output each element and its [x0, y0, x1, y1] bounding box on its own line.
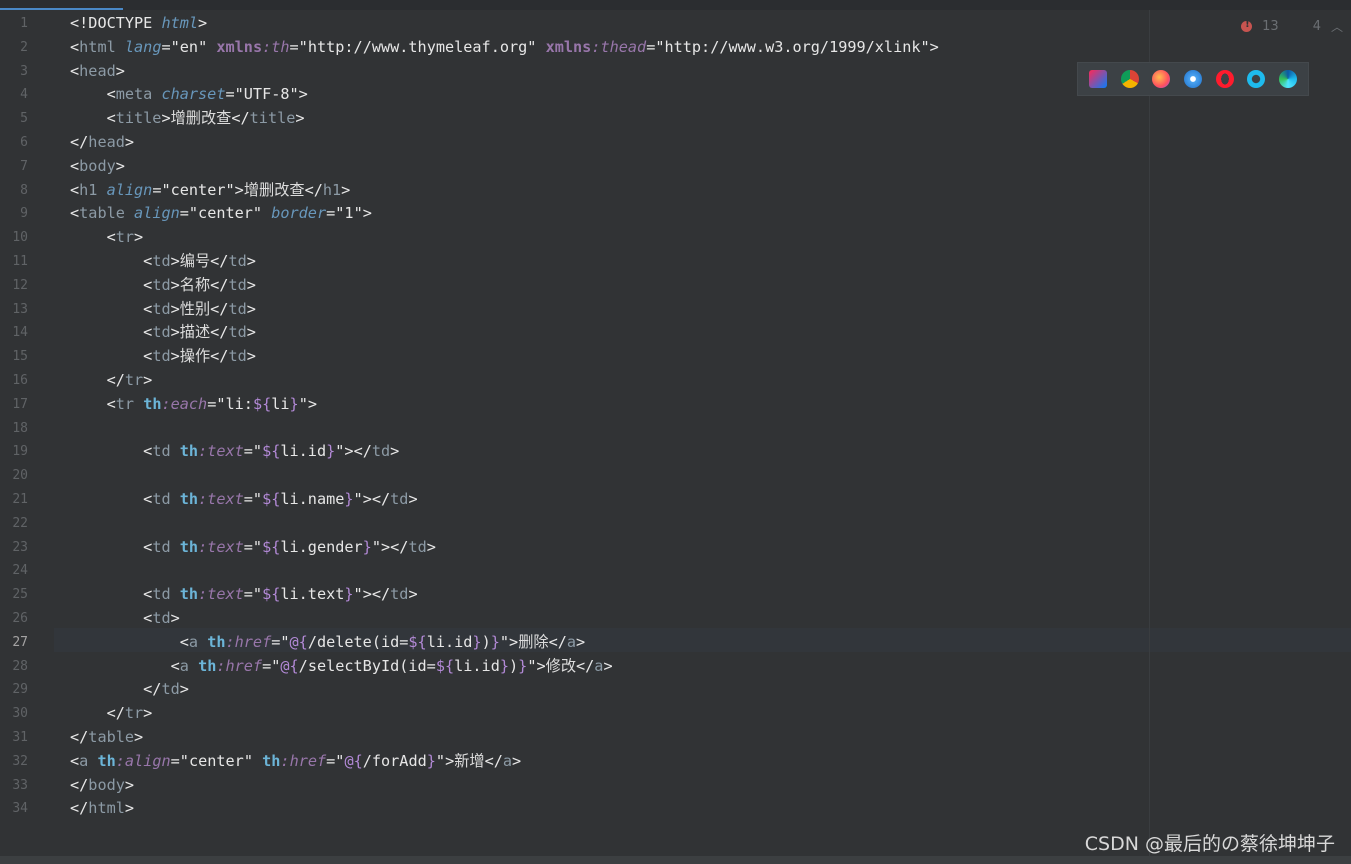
- code-line[interactable]: <h1 align="center">增删改查</h1>: [70, 179, 350, 203]
- code-line[interactable]: <meta charset="UTF-8">: [70, 83, 308, 107]
- editor-tab-bar: [0, 0, 1351, 10]
- line-number: 20: [12, 468, 28, 484]
- line-number: 1: [20, 16, 28, 31]
- code-line[interactable]: <td th:text="${li.id}"></td>: [70, 440, 399, 464]
- line-number: 26: [12, 611, 28, 626]
- watermark-text: CSDN @最后的の蔡徐坤坤子: [1084, 833, 1335, 855]
- code-line[interactable]: <!DOCTYPE html>: [70, 12, 207, 36]
- code-line[interactable]: <td>名称</td>: [70, 274, 256, 298]
- code-line[interactable]: <td th:text="${li.name}"></td>: [70, 488, 417, 512]
- code-line[interactable]: </tr>: [70, 369, 153, 393]
- code-line[interactable]: <tr>: [70, 226, 144, 250]
- line-number: 4: [20, 87, 28, 103]
- code-line[interactable]: </td>: [70, 678, 189, 702]
- line-number: 10: [12, 230, 28, 246]
- code-area[interactable]: <!DOCTYPE html> <html lang="en" xmlns:th=…: [54, 10, 1149, 856]
- intellij-icon[interactable]: [1088, 70, 1107, 88]
- code-line[interactable]: <td>描述</td>: [70, 321, 256, 345]
- line-number: 21: [12, 492, 28, 507]
- code-line[interactable]: </head>: [70, 131, 134, 155]
- line-number: 5: [20, 111, 28, 127]
- firefox-icon[interactable]: [1152, 70, 1171, 88]
- error-icon: [1241, 19, 1253, 32]
- code-line[interactable]: <td>: [70, 607, 180, 631]
- line-number: 7: [20, 158, 28, 174]
- line-number: 3: [20, 63, 28, 79]
- line-number: 27: [12, 634, 28, 650]
- line-number: 9: [20, 206, 28, 222]
- code-line[interactable]: <td>操作</td>: [70, 345, 256, 369]
- code-line[interactable]: <html lang="en" xmlns:th="http://www.thy…: [70, 36, 939, 60]
- code-line[interactable]: </html>: [70, 797, 134, 821]
- code-line[interactable]: <td th:text="${li.text}"></td>: [70, 583, 417, 607]
- error-count: 13: [1262, 19, 1279, 34]
- chevron-up-icon[interactable]: ︿: [1331, 18, 1343, 35]
- line-number: 34: [12, 801, 28, 817]
- line-number: 15: [12, 349, 28, 365]
- line-number: 17: [12, 396, 28, 412]
- code-line[interactable]: <td>编号</td>: [70, 250, 256, 274]
- code-line[interactable]: <tr th:each="li:${li}">: [70, 393, 317, 417]
- right-margin-guide: [1149, 10, 1150, 856]
- line-number: 2: [20, 39, 28, 55]
- code-line[interactable]: <a th:href="@{/selectById(id=${li.id})}"…: [70, 655, 613, 679]
- chrome-icon[interactable]: [1120, 70, 1139, 88]
- code-line[interactable]: <title>增删改查</title>: [70, 107, 305, 131]
- line-number-gutter: 1 2 3 4 5 6 7 8 9 10 11 12 13 14 15 16 17 18 19 20 21 22 23 24 2…: [0, 10, 54, 856]
- line-number: 28: [12, 658, 28, 674]
- code-line[interactable]: <body>: [70, 155, 125, 179]
- line-number: 18: [12, 420, 28, 436]
- code-line[interactable]: </table>: [70, 726, 143, 750]
- code-line[interactable]: </tr>: [70, 702, 153, 726]
- line-number: 25: [12, 587, 28, 603]
- code-line[interactable]: <a th:href="@{/delete(id=${li.id})}">删除<…: [70, 631, 585, 655]
- code-line[interactable]: <head>: [70, 60, 125, 84]
- browser-preview-toolbar: [1077, 62, 1309, 96]
- line-number: 12: [12, 277, 28, 293]
- edge-icon[interactable]: [1279, 70, 1298, 88]
- line-number: 13: [12, 301, 28, 317]
- code-line[interactable]: </body>: [70, 774, 134, 798]
- code-line[interactable]: <table align="center" border="1">: [70, 202, 372, 226]
- line-number: 33: [12, 777, 28, 793]
- line-number: 16: [12, 373, 28, 388]
- line-number: 31: [12, 730, 28, 745]
- code-line[interactable]: <td th:text="${li.gender}"></td>: [70, 536, 436, 560]
- opera-icon[interactable]: [1215, 70, 1234, 88]
- status-bar: [0, 856, 1351, 864]
- line-number: 11: [12, 254, 28, 269]
- code-line[interactable]: <a th:align="center" th:href="@{/forAdd}…: [70, 750, 521, 774]
- line-number: 6: [20, 135, 28, 150]
- line-number: 23: [12, 539, 28, 555]
- ie-icon[interactable]: [1247, 70, 1266, 88]
- inspection-widget[interactable]: 13 4 ︿: [1241, 18, 1343, 35]
- line-number: 8: [20, 182, 28, 198]
- line-number: 22: [12, 515, 28, 531]
- warning-count: 4: [1312, 19, 1321, 34]
- line-number: 24: [12, 563, 28, 579]
- line-number: 14: [12, 325, 28, 341]
- line-number: 30: [12, 706, 28, 722]
- line-number: 19: [12, 444, 28, 460]
- line-number: 32: [12, 753, 28, 769]
- line-number: 29: [12, 682, 28, 698]
- safari-icon[interactable]: [1183, 70, 1202, 88]
- code-editor[interactable]: 1 2 3 4 5 6 7 8 9 10 11 12 13 14 15 16 17 18 19 20 21 22 23 24 2…: [0, 10, 1351, 856]
- code-line[interactable]: <td>性别</td>: [70, 298, 256, 322]
